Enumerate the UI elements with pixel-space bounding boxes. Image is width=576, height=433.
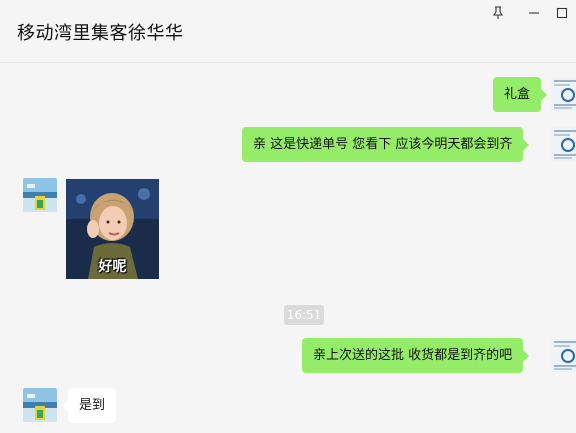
my-avatar[interactable]	[551, 338, 576, 372]
my-avatar[interactable]	[551, 127, 576, 161]
sticker-image[interactable]: 好呢	[66, 179, 159, 279]
chat-header: 移动湾里集客徐华华	[0, 0, 576, 63]
maximize-icon[interactable]	[548, 3, 576, 23]
contact-avatar[interactable]	[23, 388, 57, 422]
message-bubble-mine[interactable]: 亲上次送的这批 收货都是到齐的吧	[302, 338, 530, 373]
sticker-caption: 好呢	[98, 259, 127, 275]
timestamp: 16:51	[284, 305, 324, 325]
chat-title: 移动湾里集客徐华华	[17, 23, 184, 44]
my-avatar[interactable]	[551, 77, 576, 111]
pin-icon[interactable]	[484, 3, 512, 23]
minimize-icon[interactable]	[520, 3, 548, 23]
message-bubble-theirs[interactable]: 是到	[61, 388, 117, 423]
contact-avatar[interactable]	[23, 178, 57, 212]
message-bubble-mine[interactable]: 礼盒	[493, 77, 548, 112]
message-bubble-mine[interactable]: 亲 这是快递单号 您看下 应该今明天都会到齐	[242, 127, 530, 162]
